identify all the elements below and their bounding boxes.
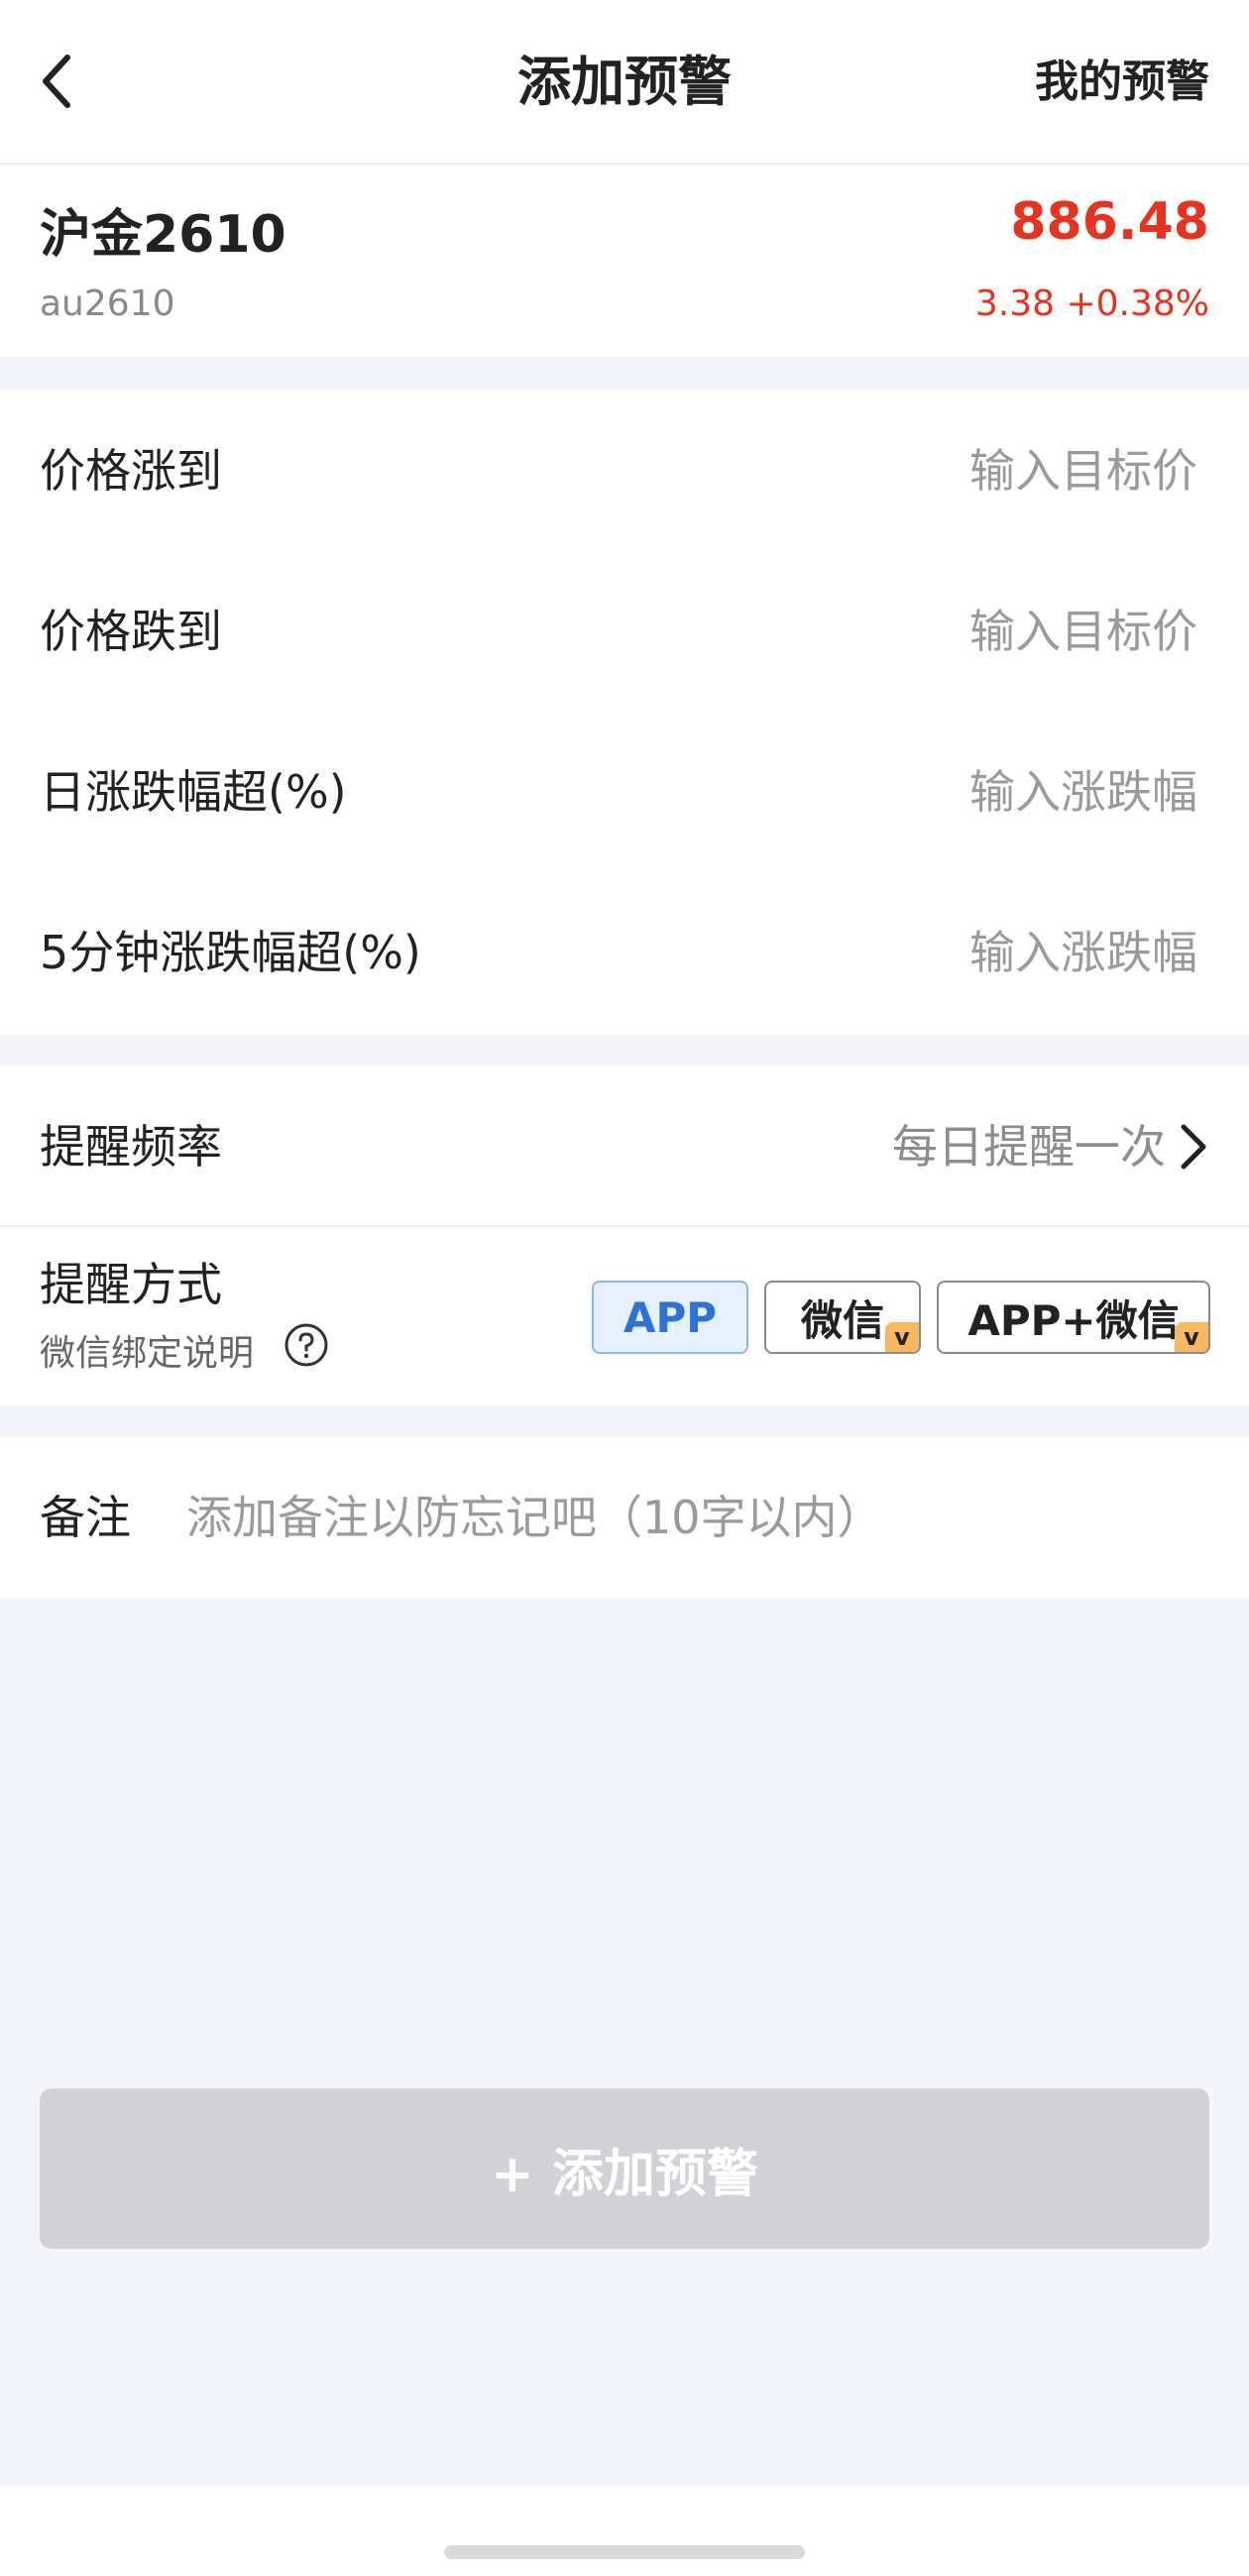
five-min-change-label: 5分钟涨跌幅超(%) bbox=[40, 926, 421, 979]
instrument-price: 886.48 bbox=[1010, 192, 1209, 252]
vip-badge: v bbox=[885, 1322, 919, 1352]
note-row: 备注 bbox=[0, 1437, 1249, 1598]
five-min-change-input[interactable] bbox=[682, 912, 1197, 993]
frequency-value: 每日提醒一次 bbox=[892, 1120, 1166, 1174]
instrument-name: 沪金2610 bbox=[40, 205, 286, 265]
navigation-bar: 添加预警 我的预警 bbox=[0, 0, 1249, 165]
add-alert-screen: 添加预警 我的预警 沪金2610 au2610 886.48 3.38 +0.3… bbox=[0, 0, 1249, 2576]
price-rise-label: 价格涨到 bbox=[40, 444, 222, 498]
price-rise-input[interactable] bbox=[682, 430, 1197, 511]
question-circle-icon[interactable] bbox=[284, 1322, 329, 1368]
home-indicator[interactable] bbox=[444, 2545, 805, 2559]
note-label: 备注 bbox=[40, 1491, 131, 1544]
vip-badge: v bbox=[1175, 1322, 1208, 1352]
method-app-button[interactable]: APP bbox=[592, 1281, 748, 1354]
frequency-row[interactable]: 提醒频率 每日提醒一次 bbox=[0, 1066, 1249, 1227]
price-fall-label: 价格跌到 bbox=[40, 605, 222, 658]
daily-change-input[interactable] bbox=[682, 751, 1197, 833]
price-fall-input[interactable] bbox=[682, 591, 1197, 672]
daily-change-row: 日涨跌幅超(%) bbox=[0, 712, 1249, 872]
method-app-wechat-label: APP+微信 bbox=[967, 1295, 1180, 1345]
note-input[interactable] bbox=[186, 1477, 1207, 1558]
method-app-label: APP bbox=[623, 1292, 718, 1342]
alert-conditions: 价格涨到 价格跌到 日涨跌幅超(%) 5分钟涨跌幅超(%) bbox=[0, 391, 1249, 1035]
instrument-card: 沪金2610 au2610 886.48 3.38 +0.38% bbox=[0, 167, 1249, 357]
method-wechat-label: 微信 bbox=[800, 1295, 884, 1345]
back-button[interactable] bbox=[20, 40, 95, 123]
method-wechat-button[interactable]: 微信 v bbox=[764, 1281, 921, 1354]
bottom-safe-area bbox=[0, 2486, 1249, 2576]
price-fall-row: 价格跌到 bbox=[0, 551, 1249, 712]
wechat-binding-help-link[interactable]: 微信绑定说明 bbox=[40, 1324, 254, 1376]
method-app-wechat-button[interactable]: APP+微信 v bbox=[937, 1281, 1210, 1354]
instrument-code: au2610 bbox=[40, 283, 175, 324]
five-min-change-row: 5分钟涨跌幅超(%) bbox=[0, 872, 1249, 1033]
chevron-left-icon bbox=[43, 55, 70, 108]
method-label: 提醒方式 bbox=[40, 1258, 222, 1311]
instrument-change: 3.38 +0.38% bbox=[974, 283, 1209, 324]
method-row: 提醒方式 微信绑定说明 APP 微信 v APP+微信 v bbox=[0, 1229, 1249, 1405]
reminder-settings: 提醒频率 每日提醒一次 提醒方式 微信绑定说明 APP 微信 v APP+微信 bbox=[0, 1066, 1249, 1405]
frequency-label: 提醒频率 bbox=[40, 1120, 222, 1174]
chevron-right-icon bbox=[1181, 1124, 1206, 1170]
my-alerts-link[interactable]: 我的预警 bbox=[1035, 0, 1209, 165]
price-rise-row: 价格涨到 bbox=[0, 391, 1249, 551]
add-alert-button[interactable]: + 添加预警 bbox=[40, 2088, 1209, 2249]
daily-change-label: 日涨跌幅超(%) bbox=[40, 765, 347, 819]
